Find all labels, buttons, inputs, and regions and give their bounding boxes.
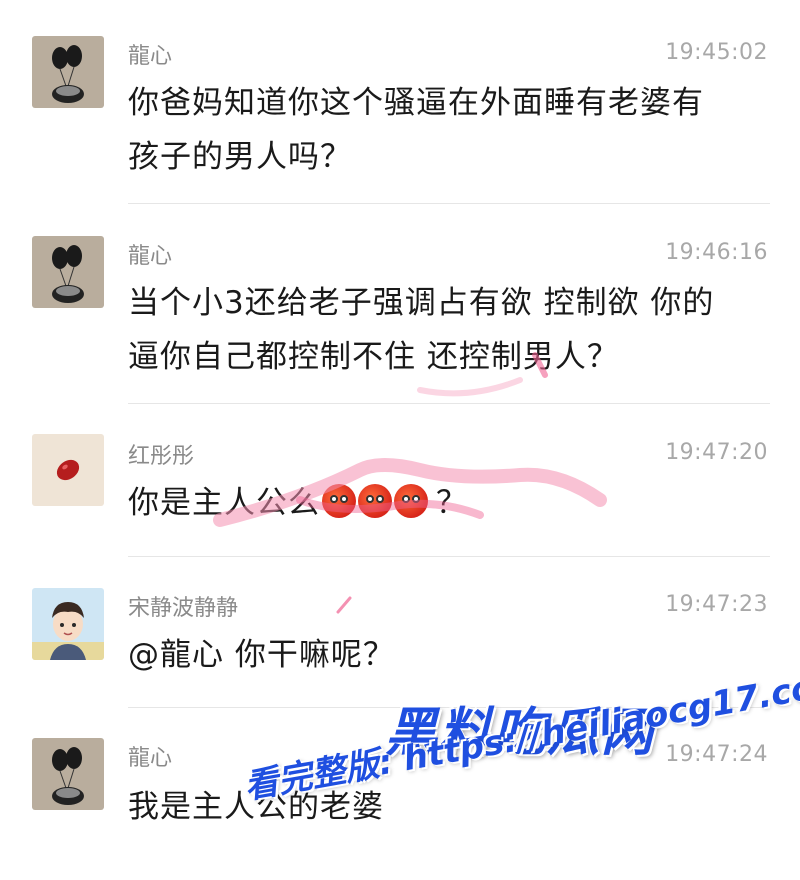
message-line: 孩子的男人吗？ <box>128 139 352 175</box>
avatar[interactable] <box>32 434 104 506</box>
timestamp: 19:46:16 <box>665 240 768 265</box>
divider <box>128 556 770 557</box>
sender-name: 龍心 <box>128 746 173 771</box>
sender-name: 红彤彤 <box>128 444 195 469</box>
black-cat-balloon-icon <box>32 236 104 308</box>
sender-name: 龍心 <box>128 244 173 269</box>
message-text[interactable]: 你是主人公么 ？ <box>128 476 768 530</box>
message-line: 你爸妈知道你这个骚逼在外面睡有老婆有 <box>128 85 704 121</box>
message-line: ？ <box>436 485 468 521</box>
message-line: 逼你自己都控制不住 还控制男人？ <box>128 339 619 375</box>
avatar[interactable] <box>32 588 104 660</box>
message-line: @龍心 你干嘛呢？ <box>128 637 395 673</box>
message-text[interactable]: 我是主人公的老婆 <box>128 780 768 834</box>
avatar[interactable] <box>32 738 104 810</box>
sender-name: 宋静波静静 <box>128 596 239 621</box>
message-line: 你是主人公么 <box>128 485 320 521</box>
timestamp: 19:45:02 <box>665 40 768 65</box>
scared-face-emoji-icon <box>394 484 428 518</box>
divider <box>128 403 770 404</box>
sender-name: 龍心 <box>128 44 173 69</box>
cartoon-boy-icon <box>32 588 104 660</box>
message-line: 当个小3还给老子强调占有欲 控制欲 你的 <box>128 285 715 321</box>
scared-face-emoji-icon <box>358 484 392 518</box>
message-text[interactable]: @龍心 你干嘛呢？ <box>128 628 768 682</box>
avatar[interactable] <box>32 36 104 108</box>
divider <box>128 203 770 204</box>
message-line: 我是主人公的老婆 <box>128 789 384 825</box>
message-text[interactable]: 当个小3还给老子强调占有欲 控制欲 你的 逼你自己都控制不住 还控制男人？ <box>128 276 768 384</box>
black-cat-balloon-icon <box>32 36 104 108</box>
message-text[interactable]: 你爸妈知道你这个骚逼在外面睡有老婆有 孩子的男人吗？ <box>128 76 768 184</box>
timestamp: 19:47:20 <box>665 440 768 465</box>
avatar[interactable] <box>32 236 104 308</box>
black-cat-balloon-icon <box>32 738 104 810</box>
red-bean-icon <box>32 434 104 506</box>
scared-face-emoji-icon <box>322 484 356 518</box>
timestamp: 19:47:24 <box>665 742 768 767</box>
timestamp: 19:47:23 <box>665 592 768 617</box>
